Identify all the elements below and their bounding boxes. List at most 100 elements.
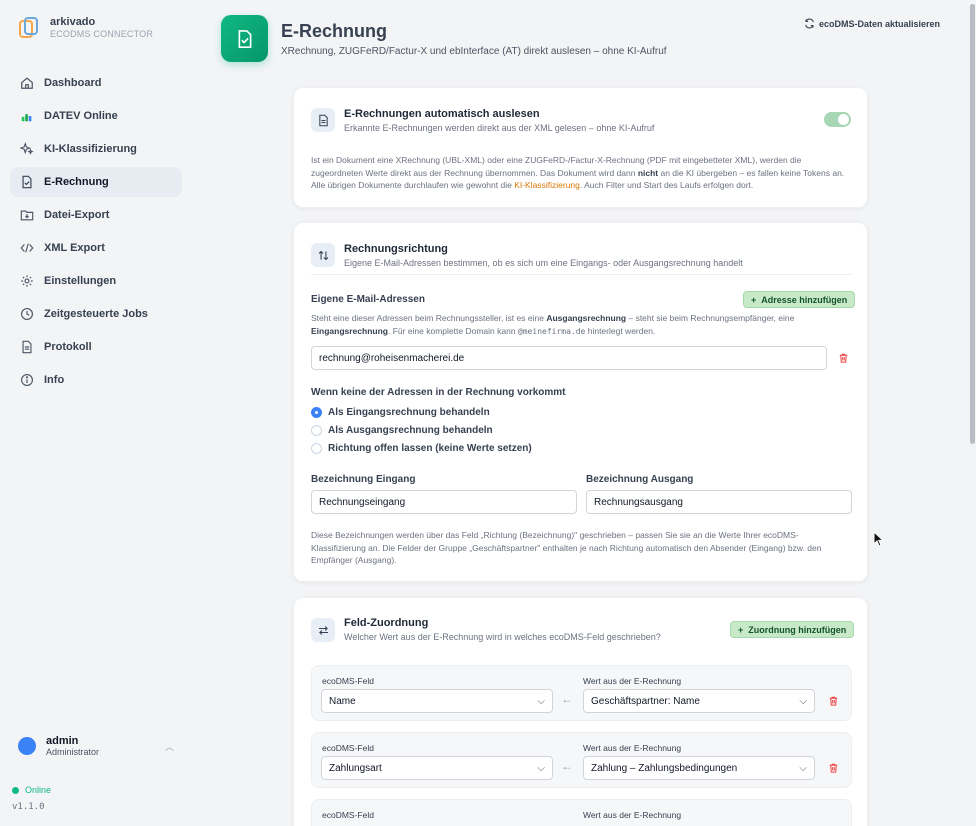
emails-help: Steht eine dieser Adressen beim Rechnung…	[311, 313, 795, 336]
file-icon	[311, 108, 335, 132]
sidebar-item-label: Dashboard	[44, 77, 102, 89]
arrow-left-icon: ←	[561, 692, 573, 706]
auto-read-card: E-Rechnungen automatisch auslesen Erkann…	[293, 87, 868, 208]
radio-selected-icon	[311, 407, 322, 418]
sidebar-item-info[interactable]: Info	[10, 365, 182, 395]
sidebar-item-dashboard[interactable]: Dashboard	[10, 68, 182, 98]
sidebar-item-einstellungen[interactable]: Einstellungen	[10, 266, 182, 296]
page-subtitle: XRechnung, ZUGFeRD/Factur-X und ebInterf…	[281, 46, 667, 57]
chevron-down-icon: ⌵	[799, 695, 807, 707]
out-field[interactable]: Rechnungsausgang	[586, 490, 852, 514]
user-role: Administrator	[46, 747, 100, 757]
clock-icon	[20, 307, 34, 321]
radio-empty-icon	[311, 443, 322, 454]
log-icon	[20, 340, 34, 354]
sidebar: arkivado ECODMS CONNECTOR Dashboard DATE…	[0, 0, 196, 826]
arrow-left-icon: ←	[561, 759, 573, 773]
info-icon	[20, 373, 34, 387]
app-version: v1.1.0	[12, 802, 45, 812]
chevron-down-icon: ⌵	[537, 762, 545, 774]
arrows-updown-icon	[311, 243, 335, 267]
invoice-value-select[interactable]: Zahlung – Zahlungsbedingungen ⌵	[583, 756, 815, 780]
chevron-up-icon[interactable]: ︿	[165, 740, 174, 753]
ecodms-field-select[interactable]: Name ⌵	[321, 689, 553, 713]
card-title: Rechnungsrichtung	[344, 243, 448, 255]
status-dot-icon	[12, 786, 19, 794]
chevron-down-icon: ⌵	[537, 695, 545, 707]
card-title: E-Rechnungen automatisch auslesen	[344, 108, 540, 120]
page-title: E-Rechnung	[281, 21, 387, 41]
page-scrollbar[interactable]	[969, 0, 975, 826]
mouse-cursor-icon	[873, 530, 885, 550]
radio-eingang[interactable]: Als Eingangsrechnung behandeln	[311, 407, 490, 418]
sidebar-item-protokoll[interactable]: Protokoll	[10, 332, 182, 362]
connection-status: Online	[12, 785, 51, 795]
brand: arkivado ECODMS CONNECTOR	[18, 16, 153, 40]
divider	[311, 274, 852, 275]
avatar	[18, 737, 36, 755]
mapping-row: ecoDMS-Feld Name ⌵ ← Wert aus der E-Rech…	[311, 665, 852, 721]
mapping-card: Feld-Zuordnung Welcher Wert aus der E-Re…	[293, 597, 868, 826]
file-check-icon	[238, 29, 251, 48]
refresh-icon	[805, 18, 814, 29]
trash-icon[interactable]	[836, 351, 850, 365]
home-icon	[20, 76, 34, 90]
refresh-button[interactable]: ecoDMS-Daten aktualisieren	[804, 18, 940, 29]
sidebar-item-e-rechnung[interactable]: E-Rechnung	[10, 167, 182, 197]
sidebar-nav: Dashboard DATEV Online KI-Klassifizierun…	[10, 68, 182, 398]
brand-logo	[18, 16, 40, 40]
trash-icon[interactable]	[826, 694, 840, 708]
sidebar-item-label: Info	[44, 374, 65, 386]
field-label: ecoDMS-Feld	[322, 743, 374, 753]
add-address-button[interactable]: + Adresse hinzufügen	[743, 291, 856, 308]
emails-label: Eigene E-Mail-Adressen	[311, 294, 425, 305]
refresh-label: ecoDMS-Daten aktualisieren	[819, 18, 941, 29]
field-label: ecoDMS-Feld	[322, 810, 374, 820]
invoice-value-select[interactable]: Geschäftspartner: Name ⌵	[583, 689, 815, 713]
scrollbar-thumb[interactable]	[970, 4, 975, 444]
datev-icon	[20, 109, 34, 123]
card-subtitle: Eigene E-Mail-Adressen bestimmen, ob es …	[344, 258, 743, 268]
value-label: Wert aus der E-Rechnung	[583, 810, 682, 820]
in-label: Bezeichnung Eingang	[311, 474, 416, 485]
trash-icon[interactable]	[826, 761, 840, 775]
out-label: Bezeichnung Ausgang	[586, 474, 694, 485]
brand-name: arkivado	[50, 16, 96, 28]
sidebar-item-label: KI-Klassifizierung	[44, 143, 137, 155]
sidebar-item-datev[interactable]: DATEV Online	[10, 101, 182, 131]
radio-offen[interactable]: Richtung offen lassen (keine Werte setze…	[311, 443, 532, 454]
sidebar-item-label: Datei-Export	[44, 209, 110, 221]
value-label: Wert aus der E-Rechnung	[583, 676, 682, 686]
brand-subtitle: ECODMS CONNECTOR	[50, 29, 154, 39]
fallback-label: Wenn keine der Adressen in der Rechnung …	[311, 387, 566, 398]
status-label: Online	[25, 785, 52, 795]
radio-ausgang[interactable]: Als Ausgangsrechnung behandeln	[311, 425, 493, 436]
plus-icon: +	[738, 624, 744, 635]
sidebar-item-label: XML Export	[44, 242, 105, 254]
ki-link[interactable]: KI-Klassifizierung	[514, 180, 580, 190]
plus-icon: +	[751, 294, 757, 305]
user-menu[interactable]: admin Administrator ︿	[18, 735, 178, 757]
chevron-down-icon: ⌵	[799, 762, 807, 774]
sidebar-item-label: Protokoll	[44, 341, 92, 353]
sidebar-item-ki[interactable]: KI-Klassifizierung	[10, 134, 182, 164]
sidebar-item-label: E-Rechnung	[44, 176, 109, 188]
add-mapping-button[interactable]: + Zuordnung hinzufügen	[730, 621, 855, 638]
card-subtitle: Welcher Wert aus der E-Rechnung wird in …	[344, 632, 661, 642]
sidebar-item-label: Einstellungen	[44, 275, 117, 287]
card-title: Feld-Zuordnung	[344, 617, 429, 629]
folder-export-icon	[20, 208, 34, 222]
direction-card: Rechnungsrichtung Eigene E-Mail-Adressen…	[293, 222, 868, 582]
sidebar-item-xml-export[interactable]: XML Export	[10, 233, 182, 263]
swap-icon	[311, 618, 335, 642]
in-field[interactable]: Rechnungseingang	[311, 490, 577, 514]
sidebar-item-jobs[interactable]: Zeitgesteuerte Jobs	[10, 299, 182, 329]
card-subtitle: Erkannte E-Rechnungen werden direkt aus …	[344, 123, 655, 133]
sidebar-item-label: Zeitgesteuerte Jobs	[44, 308, 148, 320]
sidebar-item-datei-export[interactable]: Datei-Export	[10, 200, 182, 230]
email-field[interactable]: rechnung@roheisenmacherei.de	[311, 346, 827, 370]
auto-read-toggle[interactable]	[824, 112, 851, 127]
ecodms-field-select[interactable]: Zahlungsart ⌵	[321, 756, 553, 780]
page-icon	[221, 15, 268, 62]
auto-read-help: Ist ein Dokument eine XRechnung (UBL-XML…	[311, 155, 845, 190]
